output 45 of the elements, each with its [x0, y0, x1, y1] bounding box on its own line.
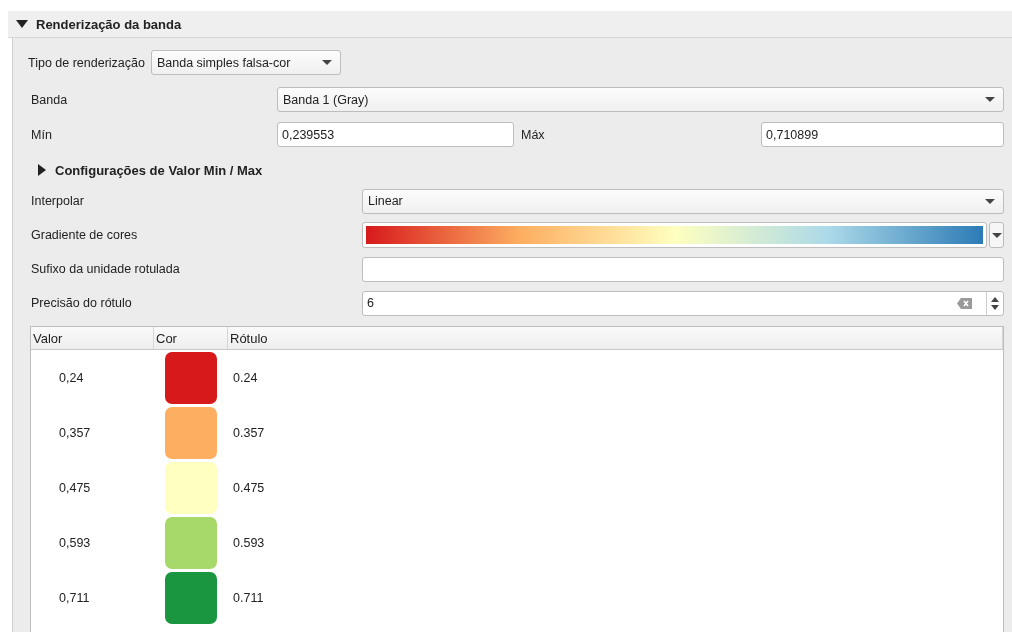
column-header[interactable]: Cor: [154, 327, 228, 349]
color-swatch[interactable]: [165, 351, 217, 404]
dropdown-button[interactable]: [989, 222, 1004, 248]
table-cell-text: 0,711: [58, 590, 91, 605]
table-cell-text: 0.475: [232, 480, 266, 495]
table-cell-text: 0,593: [58, 535, 92, 550]
color-swatch[interactable]: [165, 406, 217, 459]
column-header[interactable]: Valor: [31, 327, 154, 349]
interpolation-dropdown[interactable]: Linear: [362, 188, 1004, 214]
band-dropdown[interactable]: Banda 1 (Gray): [277, 87, 1004, 112]
table-cell-text: 0.357: [232, 425, 266, 440]
table-cell-text: 0.711: [232, 590, 265, 605]
suffix-field[interactable]: [362, 256, 1004, 282]
field-label: Mín: [31, 127, 53, 142]
section-header[interactable]: Renderização da banda: [8, 11, 1012, 38]
group-title[interactable]: Configurações de Valor Min / Max: [55, 162, 263, 178]
render-type-dropdown[interactable]: Banda simples falsa-cor: [150, 50, 341, 75]
table-cell-text: 0,24: [58, 370, 85, 385]
color-ramp-button[interactable]: [362, 222, 987, 248]
field-label: Precisão do rótulo: [31, 296, 133, 310]
caret-icon: [985, 97, 995, 102]
field-label: Interpolar: [31, 194, 85, 208]
precision-spinbox[interactable]: 6: [362, 290, 1004, 316]
table-cell-text: 0.24: [232, 370, 259, 385]
max-field[interactable]: 0,710899: [761, 122, 1004, 147]
caret-icon: [991, 232, 1002, 238]
table-cell-text: 0.593: [232, 535, 266, 550]
field-label: Banda: [31, 92, 69, 107]
collapse-arrow-icon[interactable]: [16, 20, 28, 28]
field-label: Gradiente de cores: [31, 228, 139, 242]
caret-icon: [985, 198, 995, 204]
table-cell-text: 0,475: [58, 480, 92, 495]
table-cell-text: 0,357: [58, 425, 92, 440]
field-label: Sufixo da unidade rotulada: [31, 262, 181, 276]
color-swatch[interactable]: [165, 516, 217, 569]
caret-icon: [321, 60, 332, 65]
min-field[interactable]: 0,239553: [277, 122, 514, 147]
field-label: Máx: [520, 127, 546, 142]
section-title: Renderização da banda: [36, 16, 182, 32]
expand-arrow-icon[interactable]: [38, 164, 46, 176]
color-swatch[interactable]: [165, 571, 217, 624]
field-label: Tipo de renderização: [28, 55, 145, 70]
clear-icon[interactable]: [957, 297, 972, 309]
column-header[interactable]: Rótulo: [228, 327, 1003, 349]
color-swatch[interactable]: [165, 461, 217, 514]
